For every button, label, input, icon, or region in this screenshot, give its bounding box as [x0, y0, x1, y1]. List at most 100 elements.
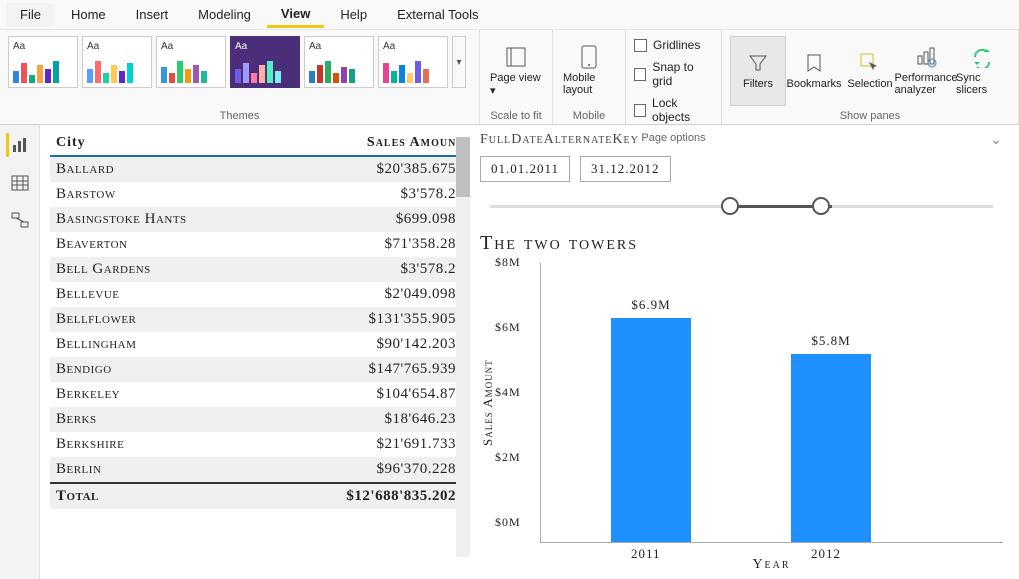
cell-value: $90'142.2032 [294, 336, 464, 353]
table-row[interactable]: Berks$18'646.237 [50, 407, 470, 432]
table-row[interactable]: Bell Gardens$3'578.27 [50, 257, 470, 282]
table-row[interactable]: Beaverton$71'358.287 [50, 232, 470, 257]
slider-handle-from[interactable] [721, 197, 739, 215]
performance-icon [915, 46, 937, 68]
bookmark-icon [803, 52, 825, 74]
cell-city: Ballard [56, 161, 294, 178]
bookmarks-pane-button[interactable]: Bookmarks [786, 36, 842, 106]
menu-view[interactable]: View [267, 2, 324, 28]
scrollbar-thumb[interactable] [456, 137, 470, 197]
cell-city: Beaverton [56, 236, 294, 253]
cell-value: $20'385.6757 [294, 161, 464, 178]
table-row[interactable]: Basingstoke Hants$699.0982 [50, 207, 470, 232]
mobile-layout-button[interactable]: Mobile layout [561, 36, 617, 106]
themes-dropdown[interactable]: ▾ [452, 36, 466, 88]
ribbon-group-label: Scale to fit [488, 108, 544, 122]
bar-chart[interactable]: Sales Amount $0M$2M$4M$6M$8M$6.9M2011$5.… [480, 263, 1003, 543]
filters-pane-button[interactable]: Filters [730, 36, 786, 106]
menu-modeling[interactable]: Modeling [184, 3, 265, 26]
theme-thumb[interactable]: Aa [156, 36, 226, 88]
snap-to-grid-checkbox[interactable]: Snap to grid [634, 58, 713, 90]
chart-title: The two towers [480, 232, 1003, 255]
view-switcher [0, 125, 40, 579]
y-tick: $2M [495, 450, 521, 465]
selection-pane-button[interactable]: Selection [842, 36, 898, 106]
cell-city: Berlin [56, 461, 294, 478]
cell-value: $3'578.27 [294, 261, 464, 278]
checkbox-icon [634, 39, 647, 52]
selection-icon [859, 52, 881, 74]
menu-home[interactable]: Home [57, 3, 120, 26]
table-row[interactable]: Berkshire$21'691.7332 [50, 432, 470, 457]
cell-value: $699.0982 [294, 211, 464, 228]
ribbon-group-label: Show panes [730, 108, 1010, 122]
cell-value: $104'654.878 [294, 386, 464, 403]
bar-label: $5.8M [786, 333, 876, 349]
column-header-city[interactable]: City [56, 135, 294, 151]
page-view-button[interactable]: Page view ▾ [488, 36, 544, 106]
y-axis-label: Sales Amount [480, 263, 540, 543]
table-row[interactable]: Bellevue$2'049.0982 [50, 282, 470, 307]
date-from-input[interactable]: 01.01.2011 [480, 156, 570, 182]
themes-gallery: Aa Aa Aa Aa Aa Aa ▾ [8, 36, 471, 88]
page-view-icon [505, 46, 527, 68]
cell-city: Barstow [56, 186, 294, 203]
cell-value: $3'578.27 [294, 186, 464, 203]
ribbon-group-label: Themes [8, 108, 471, 122]
table-row[interactable]: Berkeley$104'654.878 [50, 382, 470, 407]
y-tick: $6M [495, 320, 521, 335]
table-row[interactable]: Barstow$3'578.27 [50, 182, 470, 207]
menu-file[interactable]: File [6, 3, 55, 26]
ribbon-group-label: Mobile [561, 108, 617, 122]
bar[interactable] [791, 354, 871, 543]
model-view-button[interactable] [6, 209, 34, 233]
column-header-sales[interactable]: Sales Amount [294, 135, 464, 151]
theme-thumb[interactable]: Aa [378, 36, 448, 88]
cell-value: $21'691.7332 [294, 436, 464, 453]
table-row[interactable]: Bellingham$90'142.2032 [50, 332, 470, 357]
table-row[interactable]: Bendigo$147'765.9394 [50, 357, 470, 382]
menu-insert[interactable]: Insert [122, 3, 183, 26]
data-view-button[interactable] [6, 171, 34, 195]
cell-value: $147'765.9394 [294, 361, 464, 378]
cell-city: Bellevue [56, 286, 294, 303]
checkbox-icon [634, 104, 646, 117]
table-row[interactable]: Ballard$20'385.6757 [50, 157, 470, 182]
table-visual[interactable]: City Sales Amount Ballard$20'385.6757Bar… [50, 131, 470, 573]
cell-city: Bellingham [56, 336, 294, 353]
cell-city: Berkshire [56, 436, 294, 453]
menu-external-tools[interactable]: External Tools [383, 3, 492, 26]
sync-slicers-button[interactable]: Sync slicers [954, 36, 1010, 106]
menu-help[interactable]: Help [326, 3, 381, 26]
slider-handle-to[interactable] [812, 197, 830, 215]
scrollbar-track[interactable] [456, 137, 470, 557]
lock-objects-checkbox[interactable]: Lock objects [634, 94, 713, 126]
cell-city: Berks [56, 411, 294, 428]
filter-icon [747, 52, 769, 74]
cell-value: $2'049.0982 [294, 286, 464, 303]
y-tick: $4M [495, 385, 521, 400]
report-view-button[interactable] [6, 133, 34, 157]
gridlines-checkbox[interactable]: Gridlines [634, 36, 713, 54]
theme-thumb-selected[interactable]: Aa [230, 36, 300, 88]
x-axis-label: Year [540, 557, 1003, 573]
cell-city: Berkeley [56, 386, 294, 403]
theme-thumb[interactable]: Aa [82, 36, 152, 88]
theme-thumb[interactable]: Aa [304, 36, 374, 88]
performance-analyzer-button[interactable]: Performance analyzer [898, 36, 954, 106]
menu-bar: File Home Insert Modeling View Help Exte… [0, 0, 1019, 30]
total-value: $12'688'835.2021 [294, 488, 464, 505]
bar[interactable] [611, 318, 691, 542]
cell-city: Bell Gardens [56, 261, 294, 278]
table-row[interactable]: Bellflower$131'355.9057 [50, 307, 470, 332]
date-range-slider[interactable] [490, 194, 993, 218]
cell-value: $96'370.2289 [294, 461, 464, 478]
theme-thumb[interactable]: Aa [8, 36, 78, 88]
total-label: Total [56, 488, 294, 505]
slicer-dropdown-icon[interactable]: ⌄ [990, 131, 1003, 148]
ribbon: Aa Aa Aa Aa Aa Aa ▾ Themes Page view ▾ S… [0, 30, 1019, 125]
y-tick: $8M [495, 255, 521, 270]
table-row[interactable]: Berlin$96'370.2289 [50, 457, 470, 482]
date-to-input[interactable]: 31.12.2012 [580, 156, 671, 182]
cell-value: $71'358.287 [294, 236, 464, 253]
